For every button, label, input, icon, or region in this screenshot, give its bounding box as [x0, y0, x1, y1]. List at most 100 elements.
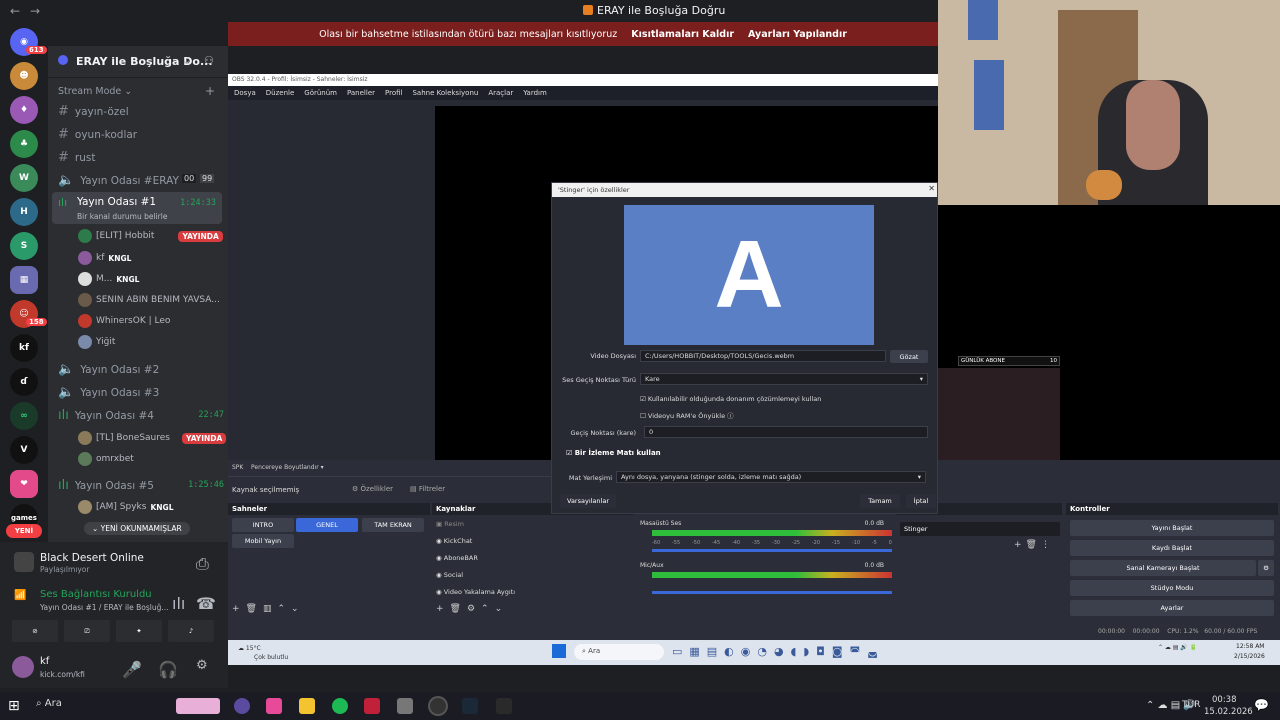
activities-button[interactable]: ✦	[116, 620, 162, 642]
source-item[interactable]: ◉ KickChat	[436, 537, 626, 554]
properties-button[interactable]: ⚙ Özellikler	[352, 485, 393, 493]
server-icon[interactable]: ∞	[10, 402, 38, 430]
taskbar-search[interactable]: ⌕ Ara	[36, 698, 166, 714]
menu-item[interactable]: Görünüm	[304, 89, 337, 97]
file-explorer-icon[interactable]	[299, 698, 315, 714]
server-icon[interactable]: V	[10, 436, 38, 464]
preload-checkbox[interactable]: ☐ Videoyu RAM'e Önyükle ⓘ	[640, 410, 734, 420]
search-highlight-image[interactable]	[176, 698, 220, 714]
server-icon[interactable]: ♦	[10, 96, 38, 124]
voice-connected-title[interactable]: Ses Bağlantısı Kuruldu	[40, 589, 152, 600]
voice-user[interactable]: SENIN ABIN BENIM YAVSA...	[78, 293, 220, 307]
menu-item[interactable]: Sahne Koleksiyonu	[412, 89, 478, 97]
virtual-camera-gear-icon[interactable]: ⚙	[1258, 560, 1274, 576]
steam-icon[interactable]	[462, 698, 478, 714]
server-icon[interactable]: ❤	[10, 470, 38, 498]
spotify-icon[interactable]	[332, 698, 348, 714]
menu-item[interactable]: Yardım	[523, 89, 547, 97]
source-controls[interactable]: +🗑⚙⌃⌄	[436, 604, 508, 614]
source-item[interactable]: ◉ AboneBAR	[436, 554, 626, 571]
server-icon[interactable]: W	[10, 164, 38, 192]
soundboard-button[interactable]: ♪	[168, 620, 214, 642]
avatar[interactable]	[12, 656, 34, 678]
noise-suppression-icon[interactable]: ılı	[172, 594, 185, 613]
close-icon[interactable]: ✕	[928, 184, 935, 193]
channel-oyun-kodlar[interactable]: # oyun-kodlar	[58, 127, 137, 142]
menu-item[interactable]: Paneller	[347, 89, 375, 97]
weather-widget[interactable]: ☁ 15°C	[238, 645, 261, 652]
defaults-button[interactable]: Varsayılanlar	[560, 494, 616, 508]
server-icon[interactable]: ɗ	[10, 368, 38, 396]
channel-yayin-ozel[interactable]: # yayın-özel	[58, 104, 129, 119]
scene-controls[interactable]: +🗑▥⌃⌄	[232, 604, 305, 614]
dm-home-icon[interactable]: ◉ 613	[10, 28, 47, 56]
transition-controls[interactable]: +🗑⋮	[1014, 540, 1054, 550]
point-type-select[interactable]: Kare ▾	[640, 373, 928, 385]
menu-item[interactable]: Profil	[385, 89, 402, 97]
voice-user[interactable]: [ELIT] Hobbit YAYINDA	[78, 229, 223, 243]
windows-start-icon[interactable]: ⊞	[8, 698, 24, 714]
track-matte-checkbox[interactable]: ☑ Bir İzleme Matı kullan	[566, 449, 661, 457]
scene-tam-ekran[interactable]: TAM EKRAN	[362, 518, 424, 532]
screen-share-button[interactable]: ⎚	[64, 620, 110, 642]
start-virtual-camera-button[interactable]: Sanal Kamerayı Başlat	[1070, 560, 1256, 576]
filters-button[interactable]: ▤ Filtreler	[410, 485, 445, 493]
cancel-button[interactable]: İptal	[906, 494, 936, 508]
language-indicator[interactable]: TUR	[1182, 700, 1200, 710]
server-icon[interactable]: S	[10, 232, 38, 260]
server-header[interactable]: ERAY ile Boşluğa Do... ⌄ ⚇	[48, 46, 228, 78]
new-pill[interactable]: YENİ	[6, 524, 42, 538]
microphone-icon[interactable]: 🎤	[122, 660, 142, 679]
channel-rust[interactable]: # rust	[58, 150, 95, 165]
app-icon[interactable]	[364, 698, 380, 714]
studio-mode-button[interactable]: Stüdyo Modu	[1070, 580, 1274, 596]
share-activity-icon[interactable]: ⎙	[196, 554, 209, 574]
forward-arrow-icon[interactable]: →	[30, 4, 40, 18]
scene-intro[interactable]: INTRO	[232, 518, 294, 532]
back-arrow-icon[interactable]: ←	[10, 4, 20, 18]
voice-channel-1-selected[interactable]: ılı Yayın Odası #1 1:24:33 Bir kanal dur…	[52, 192, 222, 224]
headphones-icon[interactable]: 🎧	[158, 660, 178, 679]
server-icon[interactable]: H	[10, 198, 38, 226]
voice-user[interactable]: M... KNGL	[78, 272, 139, 286]
app-icon[interactable]	[266, 698, 282, 714]
obs-icon[interactable]	[430, 698, 446, 714]
date[interactable]: 15.02.2026	[1204, 707, 1253, 717]
matte-layout-select[interactable]: Aynı dosya, yanyana (stinger solda, izle…	[616, 471, 926, 483]
voice-channel-2[interactable]: 🔈 Yayın Odası #2	[58, 362, 159, 377]
menu-item[interactable]: Düzenle	[266, 89, 295, 97]
voice-user[interactable]: [AM] Spyks KNGL	[78, 500, 174, 514]
server-icon[interactable]: ♣	[10, 130, 38, 158]
voice-user[interactable]: omrxbet	[78, 452, 134, 466]
scene-mobil[interactable]: Mobil Yayın	[232, 534, 294, 548]
hw-decode-checkbox[interactable]: ☑ Kullanılabilir olduğunda donanım çözüm…	[640, 395, 821, 403]
app-icon[interactable]	[397, 698, 413, 714]
start-recording-button[interactable]: Kaydı Başlat	[1070, 540, 1274, 556]
clock[interactable]: 00:38	[1212, 695, 1237, 705]
source-item[interactable]: ◉ Social	[436, 571, 626, 588]
info-icon[interactable]: ⓘ	[727, 412, 734, 420]
source-item[interactable]: ▣ Resim	[436, 520, 626, 537]
voice-user[interactable]: WhinersOK | Leo	[78, 314, 170, 328]
gear-icon[interactable]: ⚙	[196, 658, 208, 673]
inner-app-icons[interactable]: ▭▦▤◐◉◔◕◖◗◘◙◚◛	[672, 645, 885, 658]
scene-genel[interactable]: GENEL	[296, 518, 358, 532]
server-icon[interactable]: ☻	[10, 62, 38, 90]
notification-icon[interactable]: 💬	[1254, 698, 1269, 712]
settings-button[interactable]: Ayarlar	[1070, 600, 1274, 616]
channel-status[interactable]: Bir kanal durumu belirle	[77, 212, 167, 221]
voice-channel-3[interactable]: 🔈 Yayın Odası #3	[58, 385, 159, 400]
voice-user[interactable]: Yiğit	[78, 335, 115, 349]
transition-select[interactable]: Stinger	[900, 522, 1060, 536]
disconnect-icon[interactable]: ☎	[196, 594, 216, 613]
menu-item[interactable]: Araçlar	[488, 89, 513, 97]
browse-button[interactable]: Gözat	[890, 350, 928, 363]
remove-restrictions-link[interactable]: Kısıtlamaları Kaldır	[631, 29, 734, 40]
category-stream-mode[interactable]: Stream Mode ⌄	[58, 86, 132, 97]
server-icon[interactable]: kf	[10, 334, 38, 362]
source-item[interactable]: ◉ Video Yakalama Aygıtı	[436, 588, 626, 605]
camera-off-button[interactable]: ⊘	[12, 620, 58, 642]
transition-point-input[interactable]: 0	[644, 426, 928, 438]
voice-channel-eray[interactable]: 🔈 Yayın Odası #ERAY 00 99	[58, 173, 218, 188]
voice-user[interactable]: kf KNGL	[78, 251, 131, 265]
